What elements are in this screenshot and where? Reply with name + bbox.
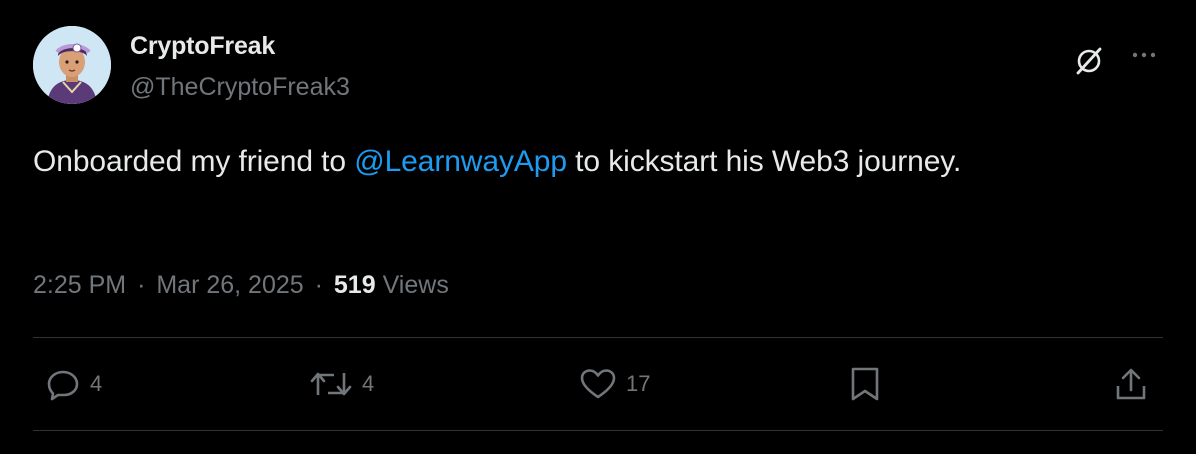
tweet-card: CryptoFreak @TheCryptoFreak3 Onboarded m… <box>0 0 1196 454</box>
more-icon[interactable] <box>1128 44 1160 70</box>
like-icon <box>578 365 618 403</box>
reply-icon <box>44 365 82 403</box>
tweet-text-after: to kickstart his Web3 journey. <box>566 145 962 178</box>
avatar-image <box>33 26 111 104</box>
like-button[interactable]: 17 <box>578 364 650 404</box>
grok-icon[interactable] <box>1072 44 1106 78</box>
divider <box>33 430 1163 431</box>
like-count: 17 <box>626 371 651 396</box>
bookmark-button[interactable] <box>846 364 884 404</box>
share-button[interactable] <box>1112 364 1150 404</box>
display-name[interactable]: CryptoFreak <box>130 32 275 61</box>
meta-separator: · <box>314 271 323 299</box>
tweet-text-before: Onboarded my friend to <box>33 145 355 178</box>
tweet-text: Onboarded my friend to @LearnwayApp to k… <box>33 145 961 179</box>
tweet-date[interactable]: Mar 26, 2025 <box>156 271 303 299</box>
retweet-button[interactable]: 4 <box>308 364 374 404</box>
share-icon <box>1112 364 1150 404</box>
meta-separator: · <box>137 271 146 299</box>
retweet-icon <box>308 365 354 403</box>
views-label[interactable]: Views <box>383 271 449 299</box>
tweet-time[interactable]: 2:25 PM <box>33 271 126 299</box>
tweet-meta: 2:25 PM · Mar 26, 2025 · 519 Views <box>33 271 449 300</box>
reply-button[interactable]: 4 <box>44 364 102 404</box>
divider <box>33 337 1163 338</box>
mention-link[interactable]: @LearnwayApp <box>354 145 567 178</box>
retweet-count: 4 <box>362 371 375 396</box>
avatar[interactable] <box>33 26 111 104</box>
views-count[interactable]: 519 <box>334 271 376 299</box>
reply-count: 4 <box>90 371 103 396</box>
bookmark-icon <box>846 364 884 404</box>
user-handle[interactable]: @TheCryptoFreak3 <box>130 73 350 102</box>
